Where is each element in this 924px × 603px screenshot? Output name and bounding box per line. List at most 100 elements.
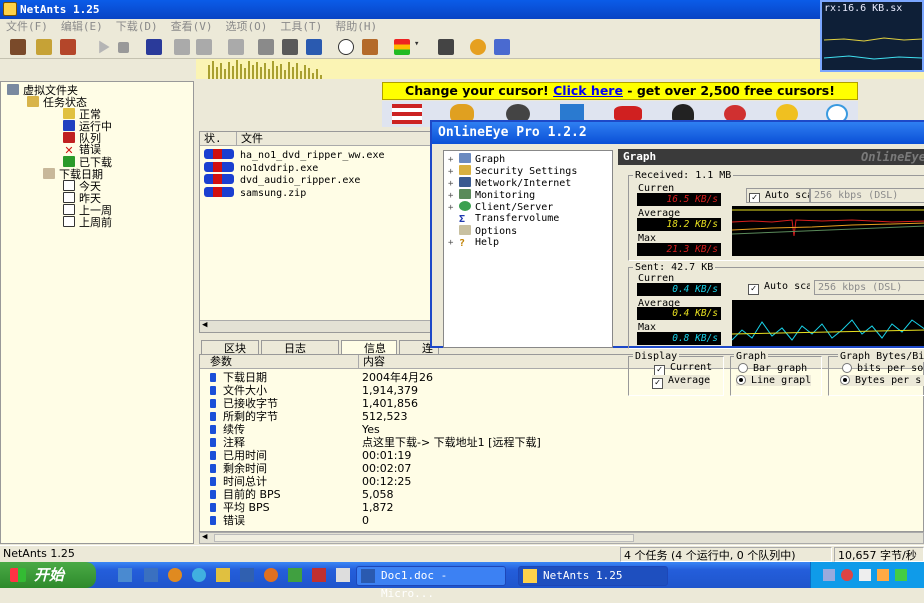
tree-item-last-week[interactable]: 上一周	[63, 204, 112, 217]
tree-item-running[interactable]: 运行中	[63, 120, 112, 133]
checkbox-icon[interactable]: ✓	[749, 193, 760, 202]
taskbar-item-word[interactable]: Doc1.doc - Micro...	[356, 566, 506, 600]
bytes-option[interactable]: Bytes per s	[840, 375, 924, 386]
scroll-thumb[interactable]	[214, 534, 634, 542]
stop-icon[interactable]	[118, 42, 129, 53]
nav-security-settings[interactable]: + Security Settings	[448, 165, 577, 177]
radio-icon[interactable]	[842, 363, 852, 373]
menu-help[interactable]: 帮助(H)	[335, 19, 377, 35]
new-task-icon[interactable]	[10, 39, 26, 55]
folder-icon[interactable]	[174, 39, 190, 55]
scroll-left-icon[interactable]: ◀	[202, 532, 207, 542]
line-graph-option[interactable]: Line grapl	[736, 375, 812, 386]
file-row[interactable]: no1dvdrip.exe	[204, 162, 318, 174]
info-row[interactable]: 已用时间 00:01:19	[200, 449, 920, 462]
display-current-option[interactable]: ✓ Current	[654, 362, 712, 376]
info-row[interactable]: 目前的 BPS 5,058	[200, 488, 920, 501]
info-row[interactable]: 续传 Yes	[200, 423, 920, 436]
tree-root[interactable]: 虚拟文件夹	[7, 84, 78, 97]
received-auto-scale[interactable]: ✓Auto scal	[746, 188, 810, 203]
checkbox-icon[interactable]: ✓	[652, 378, 663, 389]
sent-bandwidth-field[interactable]: 256 kbps (DSL)	[814, 280, 924, 295]
col-value[interactable]: 内容	[358, 355, 385, 369]
col-file[interactable]: 文件	[236, 132, 263, 146]
file-row[interactable]: ha_no1_dvd_ripper_ww.exe	[204, 149, 385, 161]
traffic-light-icon[interactable]	[394, 39, 410, 55]
open-icon[interactable]	[36, 39, 52, 55]
tab-blocks[interactable]: 区块	[201, 340, 259, 355]
info-row[interactable]: 所剩的字节 512,523	[200, 410, 920, 423]
menu-options[interactable]: 选项(O)	[226, 19, 268, 35]
desktop-icon[interactable]	[118, 568, 132, 582]
tree-item-normal[interactable]: 正常	[63, 108, 101, 121]
tray-icon[interactable]	[877, 569, 889, 581]
ad-banner[interactable]: Change your cursor! Click here - get ove…	[382, 82, 858, 100]
nav-network-internet[interactable]: + Network/Internet	[448, 177, 571, 189]
tree-task-status[interactable]: 任务状态	[27, 96, 87, 109]
start-button[interactable]: 开始	[0, 562, 96, 588]
properties-icon[interactable]	[258, 39, 274, 55]
info-scrollbar[interactable]: ◀	[199, 532, 924, 544]
tab-info[interactable]: 信息	[341, 340, 397, 355]
expand-icon[interactable]: +	[448, 237, 456, 249]
chevron-down-icon[interactable]: ▾	[414, 39, 422, 55]
add-icon[interactable]	[60, 39, 76, 55]
tree-item-downloaded[interactable]: 已下载	[63, 156, 112, 169]
radio-icon[interactable]	[738, 363, 748, 373]
delete-icon[interactable]	[228, 39, 244, 55]
settings-gear-icon[interactable]	[470, 39, 486, 55]
tree-item-error[interactable]: ✕ 错误	[63, 144, 101, 157]
tab-log[interactable]: 日志	[261, 340, 339, 355]
play-icon[interactable]	[99, 40, 110, 54]
folder-icon[interactable]	[216, 568, 230, 582]
app-icon[interactable]	[312, 568, 326, 582]
stats-icon[interactable]	[282, 39, 298, 55]
scroll-left-icon[interactable]: ◀	[202, 320, 207, 330]
monitor-icon[interactable]	[306, 39, 322, 55]
app-icon[interactable]	[264, 568, 278, 582]
radio-icon[interactable]	[736, 375, 746, 385]
tree-item-today[interactable]: 今天	[63, 180, 101, 193]
connect-icon[interactable]	[438, 39, 454, 55]
radio-icon[interactable]	[840, 375, 850, 385]
browser-icon[interactable]	[168, 568, 182, 582]
info-row[interactable]: 注释 点这里下载-> 下载地址1 [远程下载]	[200, 436, 920, 449]
file-row[interactable]: dvd_audio_ripper.exe	[204, 174, 360, 186]
nav-client-server[interactable]: + Client/Server	[448, 201, 553, 213]
bar-graph-option[interactable]: Bar graph	[738, 363, 807, 374]
taskbar-item-netants[interactable]: NetAnts 1.25	[518, 566, 668, 586]
tray-icon[interactable]	[859, 569, 871, 581]
menu-view[interactable]: 查看(V)	[171, 19, 213, 35]
tree-item-before-last-week[interactable]: 上周前	[63, 216, 112, 229]
schedule-icon[interactable]	[146, 39, 162, 55]
file-row[interactable]: samsung.zip	[204, 187, 306, 199]
tray-icon[interactable]	[823, 569, 835, 581]
nav-help[interactable]: +? Help	[448, 237, 499, 249]
info-row[interactable]: 平均 BPS 1,872	[200, 501, 920, 514]
col-param[interactable]: 参数	[210, 355, 232, 369]
info-row[interactable]: 时间总计 00:12:25	[200, 475, 920, 488]
nav-transfervolume[interactable]: Σ Transfervolume	[448, 213, 559, 225]
checkbox-icon[interactable]: ✓	[748, 284, 759, 295]
app-icon[interactable]	[240, 568, 254, 582]
menu-download[interactable]: 下载(D)	[116, 19, 158, 35]
tray-icon[interactable]	[895, 569, 907, 581]
move-icon[interactable]	[196, 39, 212, 55]
tray-icon[interactable]	[841, 569, 853, 581]
tree-download-date[interactable]: 下载日期	[43, 168, 103, 181]
info-row[interactable]: 已接收字节 1,401,856	[200, 397, 920, 410]
nav-graph[interactable]: + Graph	[448, 153, 505, 165]
menu-tools[interactable]: 工具(T)	[280, 19, 322, 35]
received-bandwidth-field[interactable]: 256 kbps (DSL)	[810, 188, 924, 203]
app-icon[interactable]	[336, 568, 350, 582]
scheduler-icon[interactable]	[362, 39, 378, 55]
media-icon[interactable]	[192, 568, 206, 582]
menu-file[interactable]: 文件(F)	[6, 19, 48, 35]
bits-option[interactable]: bits per so	[842, 363, 923, 374]
quicklaunch-icon[interactable]	[144, 568, 158, 582]
clock-icon[interactable]	[338, 39, 354, 55]
menu-edit[interactable]: 编辑(E)	[61, 19, 103, 35]
info-row[interactable]: 剩余时间 00:02:07	[200, 462, 920, 475]
tree-item-yesterday[interactable]: 昨天	[63, 192, 101, 205]
mini-monitor[interactable]: rx:16.6 KB.sx	[820, 0, 924, 72]
